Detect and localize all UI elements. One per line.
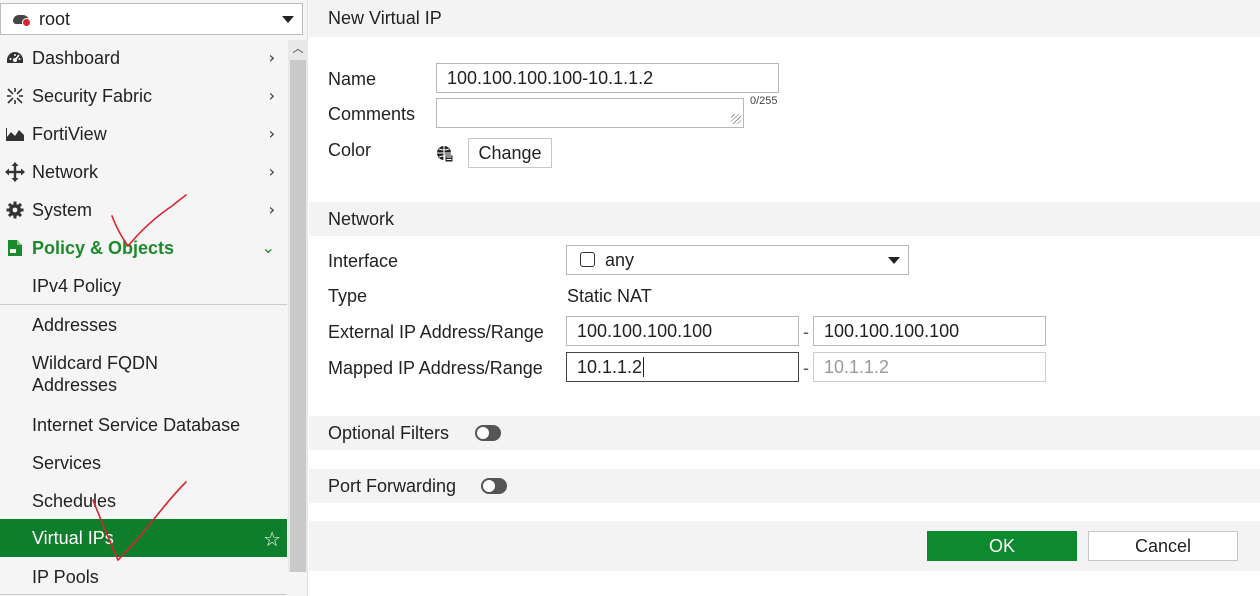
port-forwarding-row: Port Forwarding [309,469,1260,503]
mapped-ip-label: Mapped IP Address/Range [328,358,543,378]
interface-select[interactable]: any [566,245,909,275]
chevron-right-icon: › [268,162,275,181]
chevron-right-icon: › [268,48,275,67]
virtual-ip-form: New Virtual IP Name 100.100.100.100-10.1… [309,0,1260,596]
sidebar-subitem-label: Addresses [32,315,118,335]
sidebar-subitem-wildcard-fqdn[interactable]: Wildcard FQDN Addresses [0,344,287,406]
type-label: Type [328,286,368,306]
sidebar-item-network[interactable]: Network › [0,153,287,191]
network-section-header: Network [309,202,1260,236]
color-label: Color [328,140,372,160]
external-ip-end-input[interactable]: 100.100.100.100 [813,316,1046,346]
sidebar-subitem-schedules[interactable]: Schedules [0,482,287,520]
sidebar-subitem-label: Virtual IPs [32,528,114,548]
sidebar-subitem-ip-pools[interactable]: IP Pools [0,558,287,596]
color-swatch-icon [436,145,454,163]
mapped-ip-start-input[interactable]: 10.1.1.2 [566,352,799,382]
scrollbar-thumb[interactable] [290,60,306,572]
name-label: Name [328,69,377,89]
chevron-down-icon [888,257,900,264]
chevron-right-icon: › [268,200,275,219]
comments-textarea[interactable] [436,98,744,128]
page-title: New Virtual IP [309,0,1260,37]
sidebar-subitem-label: Internet Service Database [32,415,241,435]
sidebar-item-fortiview[interactable]: FortiView › [0,115,287,153]
sidebar-subitem-services[interactable]: Services [0,444,287,482]
sidebar-item-policy-objects[interactable]: Policy & Objects ⌄ [0,229,287,267]
fortiview-icon [5,125,25,143]
sidebar-subitem-label: Services [32,453,102,473]
chevron-down-icon: ⌄ [261,238,275,257]
sidebar-item-label: Policy & Objects [32,237,175,258]
sidebar-divider [0,594,287,595]
vdom-name: root [39,8,71,29]
range-separator: - [803,322,809,342]
ok-button[interactable]: OK [927,531,1077,561]
network-icon [5,162,25,182]
sidebar-item-security-fabric[interactable]: Security Fabric › [0,77,287,115]
external-ip-start-input[interactable]: 100.100.100.100 [566,316,799,346]
sidebar-subitem-label: Wildcard FQDN Addresses [32,353,159,395]
mapped-ip-end-input[interactable]: 10.1.1.2 [813,352,1046,382]
sidebar-subitem-label: IP Pools [32,567,99,587]
comments-label: Comments [328,104,416,124]
sidebar-item-label: System [32,199,93,220]
sidebar-item-dashboard[interactable]: Dashboard › [0,39,287,77]
interface-label: Interface [328,251,399,271]
security-fabric-icon [5,87,25,105]
sidebar-item-label: FortiView [32,123,107,144]
optional-filters-row: Optional Filters [309,416,1260,450]
sidebar-subitem-label: Schedules [32,491,117,511]
range-separator: - [803,358,809,378]
mapped-ip-start-value: 10.1.1.2 [577,356,643,377]
change-color-button[interactable]: Change [468,138,552,168]
optional-filters-toggle[interactable] [475,425,501,441]
port-forwarding-label: Port Forwarding [328,475,457,496]
vdom-cloud-icon [11,12,33,27]
sidebar-item-label: Network [32,161,99,182]
optional-filters-label: Optional Filters [328,422,450,443]
sidebar-subitem-ipv4-policy[interactable]: IPv4 Policy [0,267,287,305]
sidebar-item-system[interactable]: System › [0,191,287,229]
sidebar: root Dashboard › Security Fabric › Forti… [0,0,308,596]
sidebar-subitem-addresses[interactable]: Addresses [0,306,287,344]
gear-icon [5,201,25,219]
type-value: Static NAT [567,286,652,306]
port-forwarding-toggle[interactable] [481,478,507,494]
cancel-button[interactable]: Cancel [1088,531,1238,561]
resize-handle-icon[interactable] [731,114,741,124]
chevron-right-icon: › [268,124,275,143]
sidebar-subitem-virtual-ips[interactable]: Virtual IPs ☆ [0,519,287,557]
text-caret [643,357,645,377]
interface-value: any [605,249,635,270]
comments-counter: 0/255 [750,95,778,107]
interface-checkbox-icon [580,252,595,267]
policy-icon [5,239,25,257]
sidebar-subitem-label: IPv4 Policy [32,276,122,296]
external-ip-label: External IP Address/Range [328,322,544,342]
sidebar-divider [0,304,287,305]
vdom-selector[interactable]: root [0,3,303,35]
chevron-down-icon [282,16,294,23]
chevron-right-icon: › [268,86,275,105]
sidebar-subitem-internet-service-database[interactable]: Internet Service Database [0,406,287,444]
sidebar-item-label: Dashboard [32,47,121,68]
sidebar-item-label: Security Fabric [32,85,153,106]
star-icon[interactable]: ☆ [263,527,281,551]
dashboard-icon [5,49,25,67]
scroll-up-icon[interactable]: ︿ [288,40,308,58]
name-input[interactable]: 100.100.100.100-10.1.1.2 [436,63,779,93]
